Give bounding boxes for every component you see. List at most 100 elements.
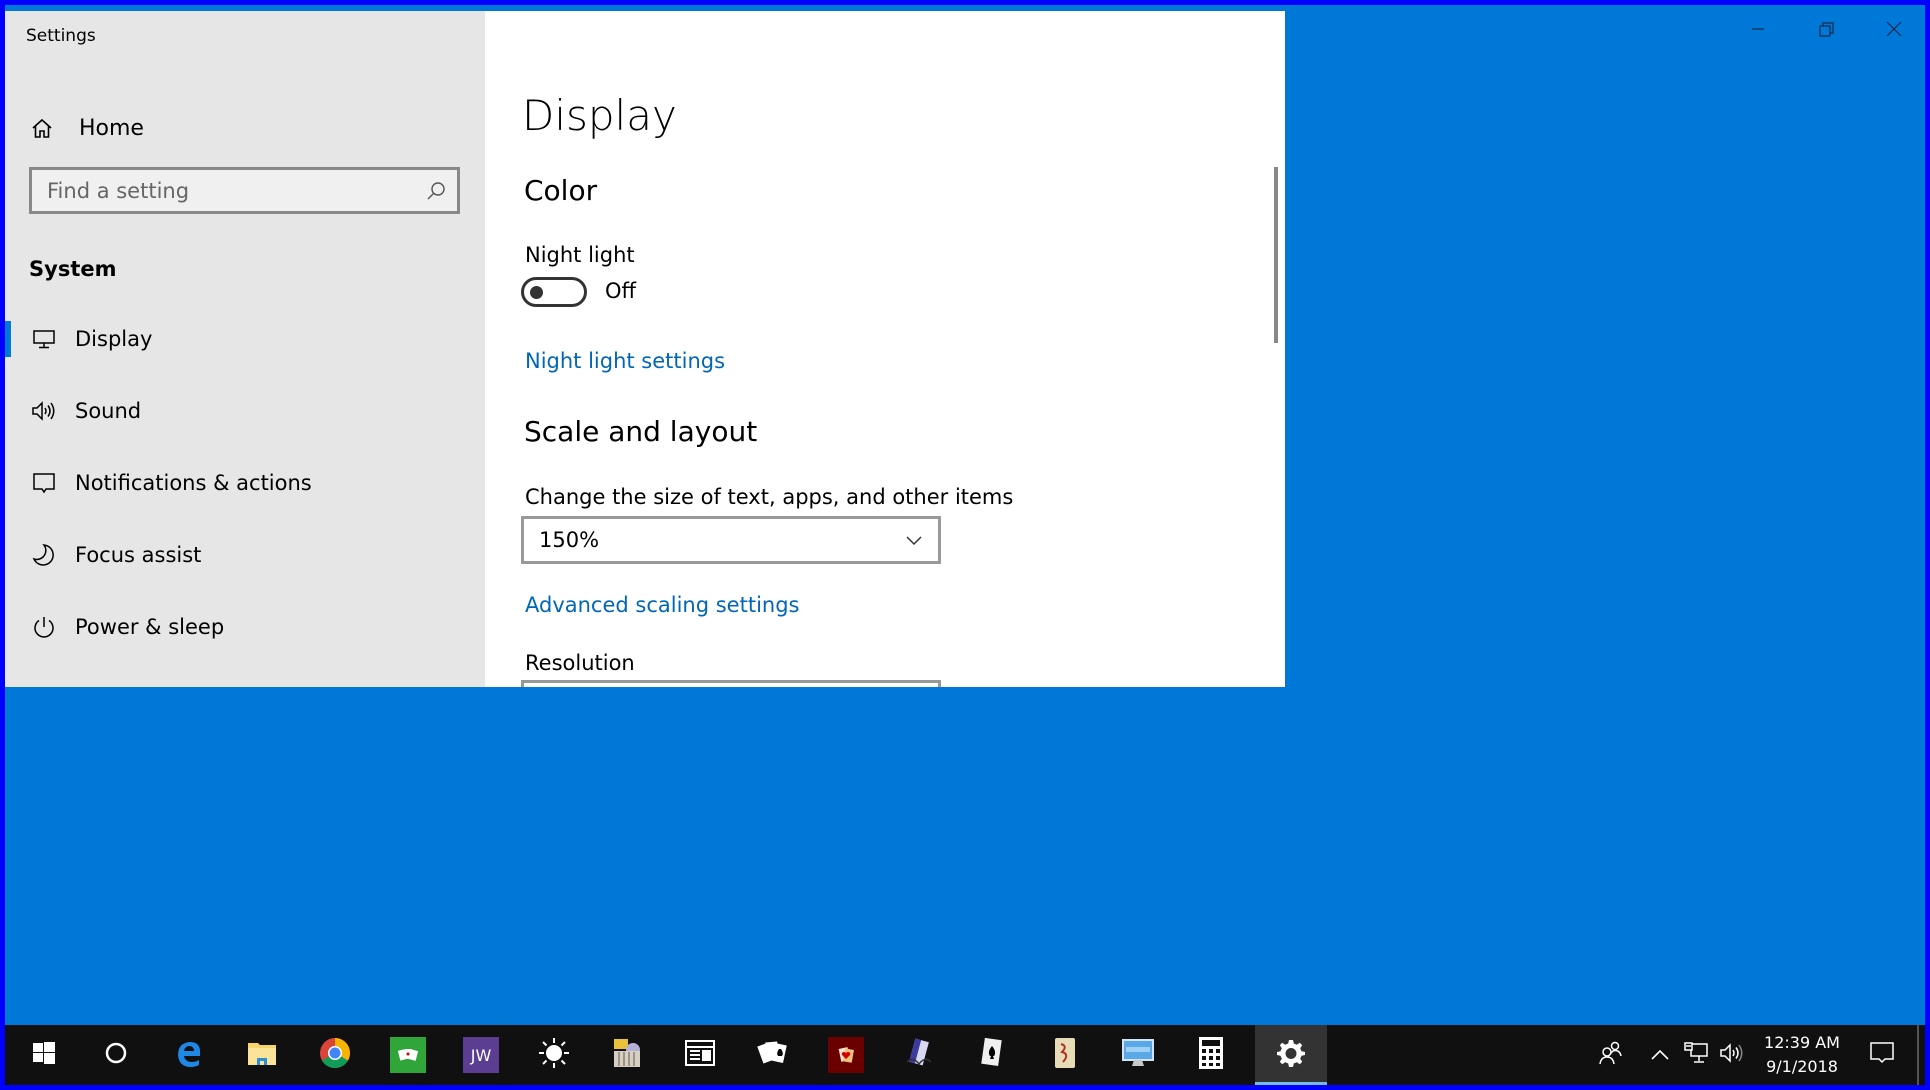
power-icon (31, 614, 57, 640)
clock-time: 12:39 AM (1764, 1033, 1840, 1052)
calculator-icon (1198, 1036, 1224, 1074)
taskbar-brightness[interactable] (518, 1025, 590, 1085)
main-content: Display Color Night light Off Night ligh… (485, 11, 1285, 687)
sidebar-item-storage[interactable]: Storage (5, 675, 485, 687)
app-title: Settings (26, 26, 96, 46)
cards-green-icon (390, 1037, 426, 1073)
cortana-circle-icon (104, 1041, 128, 1069)
sidebar-item-label: Notifications & actions (75, 471, 312, 495)
search-icon[interactable] (425, 180, 447, 202)
tray-network[interactable] (1681, 1025, 1711, 1085)
size-label: Change the size of text, apps, and other… (525, 485, 1014, 509)
taskbar-spider-solitaire[interactable] (883, 1025, 955, 1085)
restore-icon (1818, 21, 1834, 41)
taskbar-calculator[interactable] (1175, 1025, 1247, 1085)
people-icon (1598, 1041, 1624, 1069)
search-box[interactable] (29, 167, 460, 214)
remote-desktop-icon (1120, 1037, 1156, 1073)
sidebar-item-label: Display (75, 327, 153, 351)
sidebar: Settings Home System Display Sou (5, 11, 485, 687)
mahjong-icon (1052, 1036, 1078, 1074)
advanced-scaling-link[interactable]: Advanced scaling settings (525, 593, 800, 617)
taskbar-file-explorer[interactable] (226, 1025, 298, 1085)
sidebar-item-label: Focus assist (75, 543, 202, 567)
taskbar-jw[interactable]: JW (445, 1025, 517, 1085)
color-heading: Color (524, 174, 598, 207)
scrollbar-thumb[interactable] (1274, 167, 1278, 343)
close-button[interactable] (1860, 11, 1928, 51)
folder-icon (246, 1039, 278, 1071)
section-label-system: System (29, 257, 117, 281)
action-center-icon (1869, 1040, 1895, 1070)
volume-icon (1719, 1042, 1745, 1068)
taskbar-solitaire[interactable] (372, 1025, 444, 1085)
sidebar-item-display[interactable]: Display (5, 315, 485, 363)
night-light-toggle[interactable] (521, 277, 587, 307)
window-controls (1724, 11, 1928, 51)
taskbar-edge[interactable] (153, 1025, 225, 1085)
page-title: Display (522, 91, 677, 140)
taskbar-start[interactable] (8, 1025, 80, 1085)
spider-icon (903, 1036, 935, 1074)
sidebar-item-focus-assist[interactable]: Focus assist (5, 531, 485, 579)
tray-action-center[interactable] (1862, 1025, 1902, 1085)
night-light-state: Off (605, 279, 636, 303)
library-icon (611, 1037, 643, 1073)
chrome-icon (319, 1037, 351, 1073)
speaker-icon (31, 398, 57, 424)
show-desktop-button[interactable] (1917, 1025, 1919, 1085)
resolution-label: Resolution (525, 651, 635, 675)
taskbar-news[interactable] (664, 1025, 736, 1085)
night-light-label: Night light (525, 243, 635, 267)
taskbar-settings[interactable] (1255, 1025, 1327, 1085)
toggle-knob (530, 286, 543, 299)
home-icon (29, 115, 55, 141)
taskbar-chrome[interactable] (299, 1025, 371, 1085)
scale-dropdown[interactable]: 150% (521, 516, 941, 564)
scale-layout-heading: Scale and layout (524, 415, 758, 448)
notification-icon (31, 470, 57, 496)
hearts-icon (828, 1037, 864, 1073)
home-nav-item[interactable]: Home (29, 106, 459, 150)
edge-icon (174, 1038, 204, 1072)
monitor-icon (31, 326, 57, 352)
taskbar-library[interactable] (591, 1025, 663, 1085)
resolution-dropdown[interactable] (521, 680, 941, 687)
close-icon (1886, 21, 1902, 41)
sidebar-item-label: Power & sleep (75, 615, 225, 639)
taskbar-mahjong[interactable] (1029, 1025, 1101, 1085)
sidebar-item-sound[interactable]: Sound (5, 387, 485, 435)
sun-icon (538, 1037, 570, 1073)
jw-icon: JW (463, 1037, 499, 1073)
card-spade-icon (979, 1036, 1005, 1074)
network-icon (1683, 1041, 1709, 1069)
sidebar-item-notifications[interactable]: Notifications & actions (5, 459, 485, 507)
chevron-down-icon (902, 528, 926, 552)
sidebar-item-label: Sound (75, 399, 142, 423)
taskbar: JW 12:39 AM 9/1/2018 (5, 1025, 1925, 1085)
taskbar-freecell[interactable] (956, 1025, 1028, 1085)
restore-button[interactable] (1792, 11, 1860, 51)
tray-volume[interactable] (1717, 1025, 1747, 1085)
windows-start-icon (32, 1041, 56, 1069)
selected-indicator (5, 321, 11, 357)
taskbar-cortana[interactable] (80, 1025, 152, 1085)
taskbar-hearts[interactable] (810, 1025, 882, 1085)
clock[interactable]: 12:39 AM 9/1/2018 (1757, 1031, 1847, 1079)
taskbar-card-games[interactable] (737, 1025, 809, 1085)
night-light-settings-link[interactable]: Night light settings (525, 349, 725, 373)
tray-overflow[interactable] (1645, 1025, 1675, 1085)
scale-value: 150% (539, 528, 600, 552)
taskbar-remote-desktop[interactable] (1102, 1025, 1174, 1085)
cards-icon (756, 1038, 790, 1072)
moon-icon (31, 542, 57, 568)
minimize-button[interactable] (1724, 11, 1792, 51)
gear-icon (1276, 1038, 1306, 1072)
home-label: Home (79, 115, 144, 141)
minimize-icon (1750, 21, 1766, 41)
settings-window: Settings Home System Display Sou (5, 11, 1285, 687)
search-input[interactable] (47, 178, 425, 203)
tray-people[interactable] (1591, 1025, 1631, 1085)
sidebar-item-power-sleep[interactable]: Power & sleep (5, 603, 485, 651)
clock-date: 9/1/2018 (1766, 1057, 1838, 1076)
